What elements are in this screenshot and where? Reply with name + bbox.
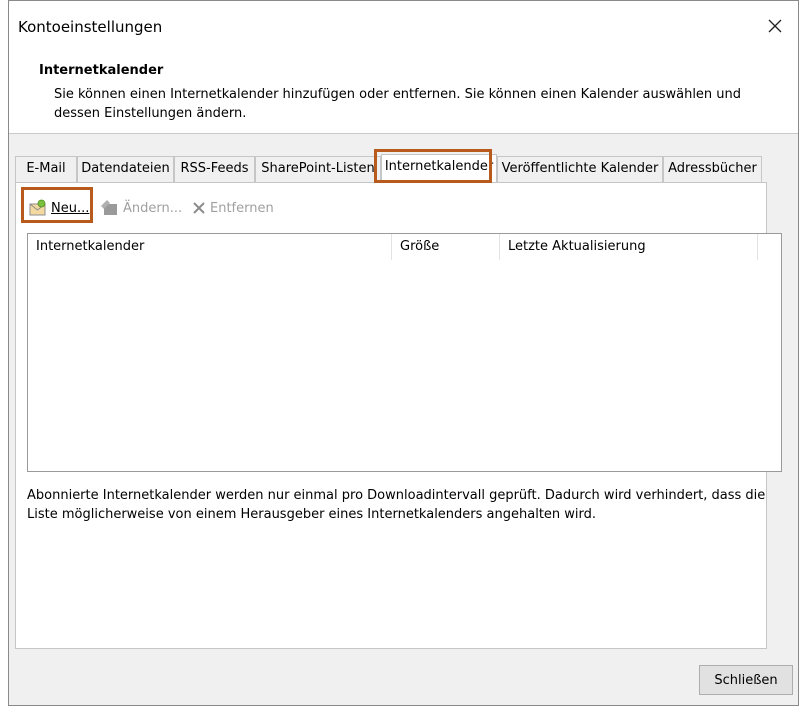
new-button-label: Neu...	[51, 200, 90, 216]
change-button[interactable]: Ändern...	[101, 195, 182, 221]
new-button[interactable]: Neu...	[29, 195, 89, 221]
tab-panel: Neu... Ändern... Entfernen Internetkalen…	[15, 182, 782, 649]
account-settings-dialog: Kontoeinstellungen Internetkalender Sie …	[8, 0, 799, 706]
calendar-list[interactable]: Internetkalender Größe Letzte Aktualisie…	[27, 233, 782, 472]
close-icon	[768, 19, 782, 33]
column-header-last-update[interactable]: Letzte Aktualisierung	[500, 234, 758, 260]
close-button[interactable]	[758, 9, 792, 43]
tab-published-calendars[interactable]: Veröffentlichte Kalender	[497, 156, 663, 182]
column-header-size[interactable]: Größe	[392, 234, 500, 260]
change-button-label: Ändern...	[123, 200, 183, 216]
remove-x-icon	[193, 202, 205, 214]
info-text: Abonnierte Internetkalender werden nur e…	[27, 488, 766, 522]
header-title: Internetkalender	[39, 63, 164, 78]
tab-data-files[interactable]: Datendateien	[77, 156, 174, 182]
title-bar: Kontoeinstellungen	[9, 1, 798, 53]
new-calendar-icon	[29, 199, 46, 216]
tab-rss-feeds[interactable]: RSS-Feeds	[174, 156, 255, 182]
tab-internet-calendars[interactable]: Internetkalender	[381, 154, 497, 182]
column-header-internet-calendar[interactable]: Internetkalender	[28, 234, 392, 260]
header-description: Sie können einen Internetkalender hinzuf…	[54, 87, 742, 121]
tab-email[interactable]: E-Mail	[15, 156, 77, 182]
dialog-header: Internetkalender Sie können einen Intern…	[9, 53, 798, 134]
dialog-title: Kontoeinstellungen	[18, 18, 163, 36]
tab-sharepoint-lists[interactable]: SharePoint-Listen	[255, 156, 381, 182]
remove-button[interactable]: Entfernen	[192, 195, 274, 221]
remove-button-label: Entfernen	[210, 200, 274, 216]
change-icon	[101, 200, 117, 215]
close-dialog-button[interactable]: Schließen	[699, 665, 793, 695]
tab-address-books[interactable]: Adressbücher	[663, 156, 762, 182]
